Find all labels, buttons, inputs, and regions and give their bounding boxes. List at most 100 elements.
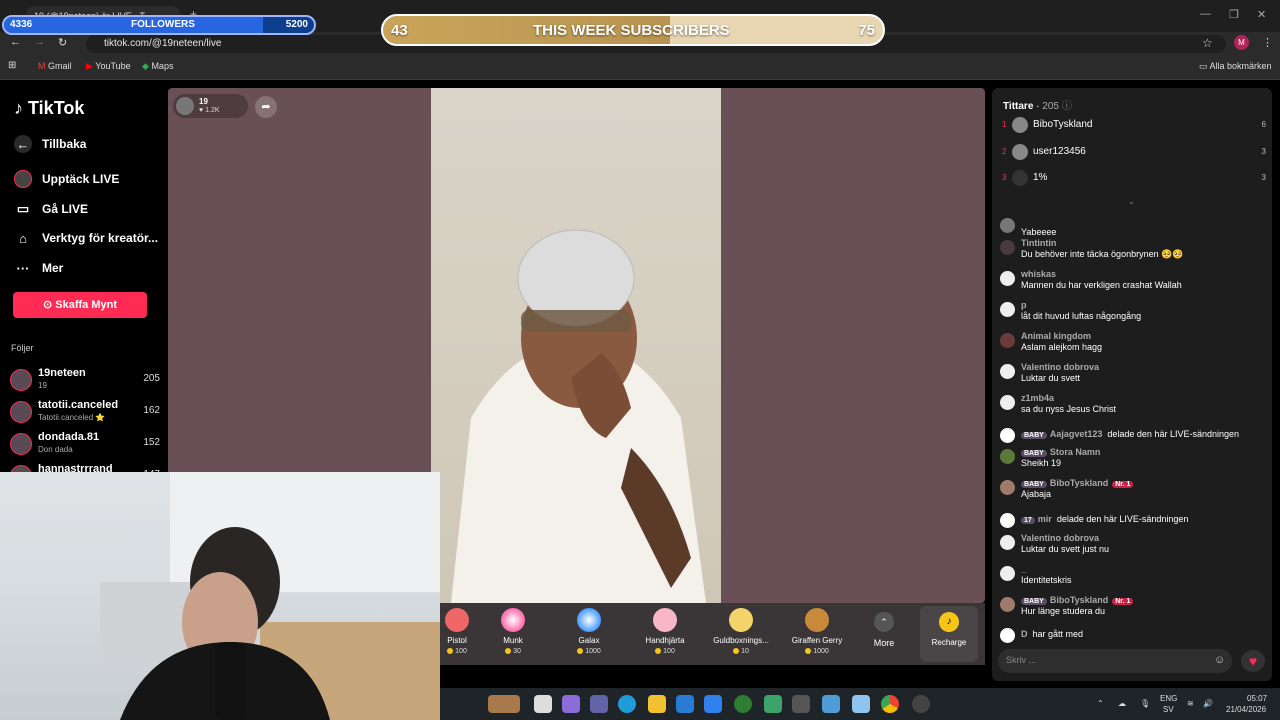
viewer-row[interactable]: 2 user123456 3 [1002, 143, 1266, 163]
app-icon[interactable] [852, 695, 870, 713]
gift-item[interactable]: Galax 1000 [552, 608, 626, 655]
followers-goal: 5200 [285, 19, 308, 30]
chat-username[interactable]: BABY Stora Namn [1021, 447, 1100, 457]
chevron-up-icon: ⌃ [874, 612, 894, 632]
close-window-icon[interactable]: ✕ [1257, 8, 1266, 21]
clock-time[interactable]: 05:07 [1247, 694, 1267, 703]
following-item[interactable]: 19neteen 19 205 [10, 367, 160, 395]
like-heart-button[interactable]: ♥ [1241, 650, 1265, 672]
reload-icon[interactable]: ↻ [58, 36, 67, 49]
wifi-icon[interactable]: ≋ [1187, 699, 1194, 708]
fan-badge: 17 [1021, 517, 1035, 524]
browser-menu-icon[interactable]: ⋮ [1262, 36, 1273, 49]
app-cube-icon[interactable] [792, 695, 810, 713]
chat-username[interactable]: Tintintin [1021, 238, 1056, 248]
chrome-icon[interactable] [881, 695, 899, 713]
forward-arrow-icon[interactable]: → [34, 36, 45, 48]
chat-message: Valentino dobrova Luktar du svett [1000, 362, 1268, 384]
chat-username[interactable]: Animal kingdom [1021, 331, 1091, 341]
copilot-icon[interactable] [562, 695, 580, 713]
gift-more-button[interactable]: ⌃ More [872, 612, 896, 648]
maximize-icon[interactable]: ❐ [1229, 8, 1239, 21]
share-event-icon [1000, 513, 1015, 528]
buy-coins-button[interactable]: ⊙ Skaffa Mynt [13, 292, 147, 318]
tiktok-logo[interactable]: ♪ TikTok [14, 98, 84, 119]
photos-icon[interactable] [822, 695, 840, 713]
bookmark-youtube[interactable]: ▶ YouTube [86, 61, 131, 72]
bookmark-gmail[interactable]: M Gmail [38, 61, 72, 71]
teams-icon[interactable] [590, 695, 608, 713]
chat-username[interactable]: z1mb4a [1021, 393, 1054, 403]
discover-live-icon [14, 170, 32, 188]
file-explorer-icon[interactable] [648, 695, 666, 713]
chat-username[interactable]: whiskas [1021, 269, 1056, 279]
avatar [1000, 271, 1015, 286]
profile-avatar[interactable]: M [1234, 35, 1249, 50]
following-item[interactable]: tatotii.canceled Tatotii.canceled ⭐ 162 [10, 399, 160, 427]
volume-icon[interactable]: 🔊 [1203, 699, 1213, 708]
tiktok-note-icon: ♪ [14, 98, 23, 118]
galaxy-gift-icon [577, 608, 601, 632]
chat-input[interactable]: Skriv ... [998, 649, 1232, 673]
app-icon[interactable] [764, 695, 782, 713]
store-icon[interactable] [676, 695, 694, 713]
cloud-icon[interactable]: ☁ [1118, 699, 1126, 708]
bookmark-maps[interactable]: ◆ Maps [142, 61, 173, 72]
live-video[interactable] [431, 88, 721, 603]
chat-text: Hur länge studera du [1021, 606, 1106, 616]
tiktok-sidebar: ♪ TikTok ← Tillbaka Upptäck LIVE ▭ Gå LIVE… [0, 81, 167, 487]
chat-message: BABY BiboTyskland Nr. 1 Ajabaja [1000, 478, 1268, 500]
recharge-button[interactable]: ♪ Recharge [920, 606, 978, 662]
bookmark-star-icon[interactable]: ☆ [1202, 36, 1213, 50]
mail-icon[interactable] [704, 695, 722, 713]
gift-item[interactable]: Handhjärta 100 [628, 608, 702, 655]
host-chip[interactable]: 19 ♥ 1.2K [173, 94, 248, 118]
chat-username[interactable]: Valentino dobrova [1021, 533, 1099, 543]
vpn-icon[interactable] [734, 695, 752, 713]
chat-username[interactable]: BABY BiboTyskland Nr. 1 [1021, 595, 1136, 605]
expand-chevron-icon[interactable]: ⌄ [1128, 197, 1135, 206]
back-button[interactable]: ← Tillbaka [14, 135, 86, 153]
nav-go-live[interactable]: ▭ Gå LIVE [14, 200, 88, 218]
all-bookmarks[interactable]: ▭ Alla bokmärken [1199, 61, 1272, 72]
chat-username[interactable]: p [1021, 300, 1027, 310]
chat-username[interactable]: BABY Aajagvet123 delade den här LIVE-sändn… [1021, 429, 1239, 439]
nav-discover-live[interactable]: Upptäck LIVE [14, 170, 119, 188]
avatar [1000, 302, 1015, 317]
back-arrow-icon[interactable]: ← [10, 36, 21, 48]
hand-heart-gift-icon [653, 608, 677, 632]
emoji-icon[interactable]: ☺ [1214, 654, 1225, 666]
tray-chevron-icon[interactable]: ⌃ [1097, 699, 1104, 708]
avatar [1000, 597, 1015, 612]
gift-item[interactable]: Guldboxnings... 10 [704, 608, 778, 655]
language-indicator[interactable]: ENG [1160, 694, 1177, 703]
apps-grid-icon[interactable]: ⊞ [8, 60, 16, 71]
chat-username[interactable]: _ [1021, 564, 1026, 574]
chat-username[interactable]: Dhar gått med [1021, 629, 1083, 639]
chat-text: delade den här LIVE-sändningen [1056, 514, 1189, 524]
avatar [1000, 218, 1015, 233]
info-icon[interactable]: ⓘ [1062, 101, 1072, 112]
gift-item[interactable]: Giraffen Gerry 1000 [780, 608, 854, 655]
nav-more[interactable]: ··· Mer [14, 259, 64, 277]
gift-item[interactable]: Munk 30 [476, 608, 550, 655]
weather-widget-icon[interactable] [488, 695, 520, 713]
taskview-icon[interactable] [534, 695, 552, 713]
mic-icon[interactable]: 🎙 [1140, 699, 1150, 708]
followers-current: 4336 [10, 19, 33, 30]
chat-username[interactable]: 17 mir delade den här LIVE-sändningen [1021, 514, 1188, 524]
edge-icon[interactable] [618, 695, 636, 713]
following-item[interactable]: dondada.81 Don dada 152 [10, 431, 160, 459]
viewer-row[interactable]: 1 BiboTyskland 6 [1002, 116, 1266, 136]
avatar [1012, 117, 1028, 133]
minimize-icon[interactable]: — [1200, 8, 1211, 20]
nav-creator-tools[interactable]: ⌂ Verktyg för kreatör... [14, 229, 158, 247]
chat-username[interactable]: Valentino dobrova [1021, 362, 1099, 372]
viewer-row[interactable]: 3 1% 3 [1002, 169, 1266, 189]
share-icon[interactable]: ➦ [255, 96, 277, 118]
avatar [1000, 449, 1015, 464]
chat-message: Valentino dobrova Luktar du svett just nu [1000, 533, 1268, 555]
more-dots-icon: ··· [16, 260, 30, 276]
obs-icon[interactable] [912, 695, 930, 713]
chat-username[interactable]: BABY BiboTyskland Nr. 1 [1021, 478, 1136, 488]
